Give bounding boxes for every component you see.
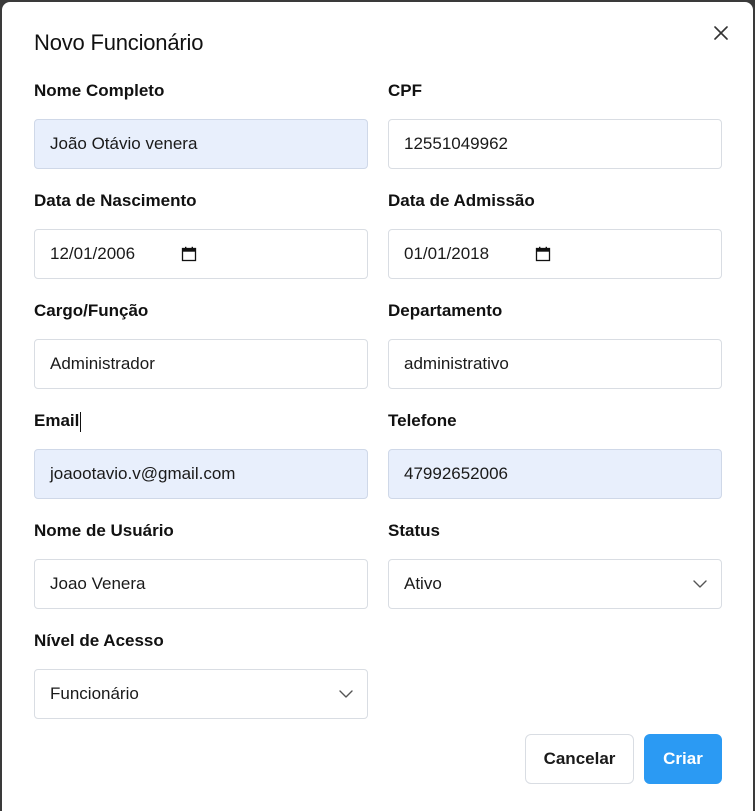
nivel-acesso-value: Funcionário	[50, 684, 139, 703]
field-email: Email joaootavio.v@gmail.com	[34, 409, 368, 499]
close-icon	[714, 26, 728, 40]
status-select[interactable]: Ativo	[388, 559, 722, 609]
field-data-admissao: Data de Admissão 01/01/2018	[388, 189, 722, 279]
status-label: Status	[388, 521, 440, 540]
cpf-input[interactable]: 12551049962	[388, 119, 722, 169]
nome-completo-value: João Otávio venera	[50, 134, 198, 153]
field-data-nascimento: Data de Nascimento 12/01/2006	[34, 189, 368, 279]
calendar-icon[interactable]	[181, 246, 197, 262]
cpf-value: 12551049962	[404, 134, 509, 153]
status-value: Ativo	[404, 574, 442, 593]
nivel-acesso-select[interactable]: Funcionário	[34, 669, 368, 719]
field-cpf: CPF 12551049962	[388, 79, 722, 169]
field-nome-completo: Nome Completo João Otávio venera	[34, 79, 368, 169]
departamento-input[interactable]: administrativo	[388, 339, 722, 389]
usuario-label: Nome de Usuário	[34, 521, 174, 540]
telefone-label: Telefone	[388, 411, 457, 430]
nivel-acesso-label: Nível de Acesso	[34, 631, 164, 650]
cargo-label: Cargo/Função	[34, 301, 149, 320]
nome-completo-input[interactable]: João Otávio venera	[34, 119, 368, 169]
email-value: joaootavio.v@gmail.com	[50, 464, 236, 483]
data-nascimento-input[interactable]: 12/01/2006	[34, 229, 368, 279]
nome-completo-label: Nome Completo	[34, 81, 165, 100]
cpf-label: CPF	[388, 81, 422, 100]
data-admissao-label: Data de Admissão	[388, 191, 535, 210]
field-usuario: Nome de Usuário Joao Venera	[34, 519, 368, 609]
text-cursor	[80, 411, 82, 432]
cargo-input[interactable]: Administrador	[34, 339, 368, 389]
telefone-value: 47992652006	[404, 464, 509, 483]
usuario-input[interactable]: Joao Venera	[34, 559, 368, 609]
data-nascimento-label: Data de Nascimento	[34, 191, 197, 210]
field-status: Status Ativo	[388, 519, 722, 609]
cargo-value: Administrador	[50, 354, 155, 373]
data-nascimento-value: 12/01/2006	[50, 244, 136, 263]
telefone-input[interactable]: 47992652006	[388, 449, 722, 499]
data-admissao-input[interactable]: 01/01/2018	[388, 229, 722, 279]
data-admissao-value: 01/01/2018	[404, 244, 490, 263]
calendar-icon[interactable]	[535, 246, 551, 262]
departamento-value: administrativo	[404, 354, 509, 373]
cancel-button[interactable]: Cancelar	[525, 734, 634, 784]
email-label-text: Email	[34, 411, 80, 430]
dialog-title: Novo Funcionário	[34, 30, 204, 55]
email-input[interactable]: joaootavio.v@gmail.com	[34, 449, 368, 499]
usuario-value: Joao Venera	[50, 574, 146, 593]
close-button[interactable]	[708, 20, 734, 46]
field-nivel-acesso: Nível de Acesso Funcionário	[34, 629, 368, 719]
field-cargo: Cargo/Função Administrador	[34, 299, 368, 389]
departamento-label: Departamento	[388, 301, 503, 320]
chevron-down-icon	[693, 580, 707, 588]
chevron-down-icon	[339, 690, 353, 698]
field-departamento: Departamento administrativo	[388, 299, 722, 389]
create-button[interactable]: Criar	[644, 734, 722, 784]
field-telefone: Telefone 47992652006	[388, 409, 722, 499]
new-employee-dialog: Novo Funcionário Nome Completo João Otáv…	[2, 2, 753, 811]
email-label: Email	[34, 409, 368, 433]
